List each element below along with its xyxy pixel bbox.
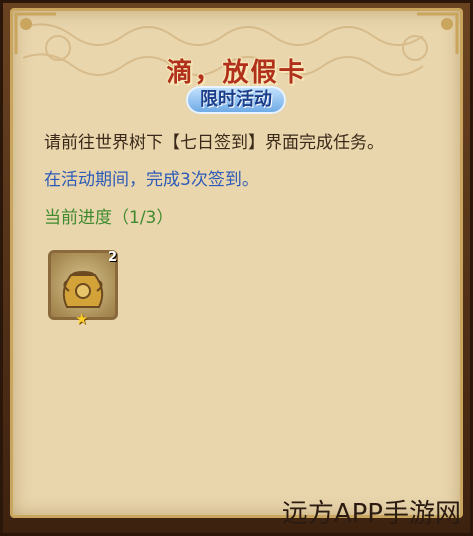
star-icon: ★ [75, 310, 89, 328]
jar-icon [62, 271, 104, 308]
subtitle: 限时活动 [200, 89, 272, 110]
corner-ornament-icon [417, 12, 459, 54]
progress-text: 当前进度（1/3） [44, 208, 174, 228]
reward-count: 2 [108, 250, 118, 265]
watermark: 远方APP手游网 [281, 499, 461, 529]
activity-description: 在活动期间，完成3次签到。 [44, 170, 259, 190]
panel-title: 滴，放假卡 [166, 58, 307, 88]
task-description: 请前往世界树下【七日签到】界面完成任务。 [44, 133, 384, 153]
corner-ornament-icon [14, 12, 56, 54]
